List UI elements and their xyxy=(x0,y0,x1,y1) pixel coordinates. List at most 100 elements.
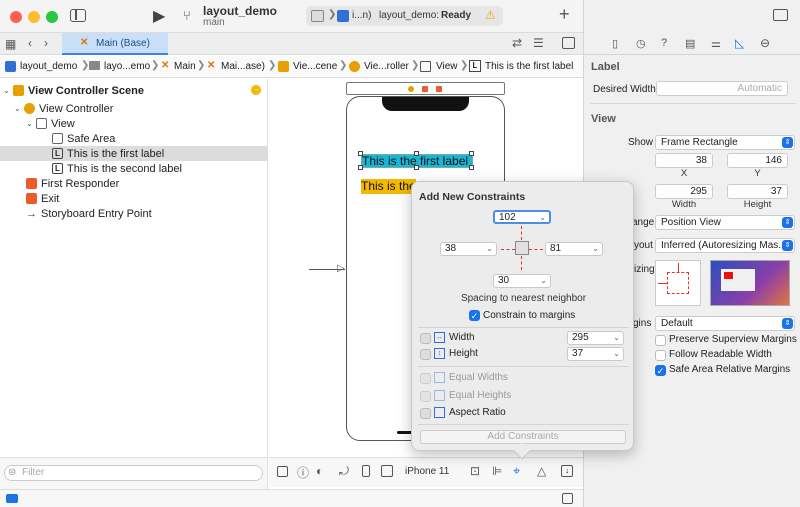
y-field[interactable]: 146 xyxy=(727,153,788,168)
outline-row-view[interactable]: ⌄ View xyxy=(0,116,268,131)
size-inspector-icon[interactable]: ◺ xyxy=(735,36,744,50)
outline-row-scene[interactable]: ⌄ View Controller Scene → xyxy=(0,83,268,98)
right-spacing-field[interactable]: 81 ⌄ xyxy=(545,242,603,256)
jump-item[interactable]: Mai...ase) xyxy=(221,61,265,72)
entry-arrow-icon[interactable]: ▷ xyxy=(337,263,345,274)
left-strut[interactable] xyxy=(501,249,515,250)
add-constraints-icon[interactable]: ⌖ xyxy=(513,463,520,479)
strut-top[interactable] xyxy=(678,263,679,272)
sidebar-toggle-icon[interactable] xyxy=(70,9,86,22)
orientation-icon[interactable]: ⤾ xyxy=(339,464,349,479)
tab-main-base[interactable]: ✕ Main (Base) xyxy=(62,33,168,55)
resize-handle[interactable] xyxy=(358,151,363,156)
constrain-margins-checkbox[interactable]: ✓ xyxy=(469,310,480,321)
resize-handle[interactable] xyxy=(469,151,474,156)
chevron-down-icon[interactable]: ⌄ xyxy=(540,275,547,287)
align-icon[interactable]: ⊫ xyxy=(492,464,502,478)
device-landscape-icon[interactable] xyxy=(381,465,393,477)
top-spacing-field[interactable]: 102 ⌄ xyxy=(493,210,551,224)
right-strut[interactable] xyxy=(529,249,543,250)
chevron-down-icon[interactable]: ⌄ xyxy=(613,348,620,360)
scheme-icon[interactable] xyxy=(311,10,324,22)
identity-inspector-icon[interactable]: ▤ xyxy=(685,37,695,50)
refresh-icon[interactable]: ⇄ xyxy=(512,36,522,50)
dark-mode-icon[interactable]: ◐ xyxy=(316,464,323,478)
bottom-spacing-field[interactable]: 30 ⌄ xyxy=(493,274,551,288)
preserve-superview-checkbox[interactable] xyxy=(655,335,666,346)
outline-toggle-icon[interactable] xyxy=(277,466,288,477)
chevron-down-icon[interactable]: ⌄ xyxy=(539,212,546,224)
jump-item[interactable]: View xyxy=(436,61,458,72)
follow-readable-checkbox[interactable] xyxy=(655,350,666,361)
run-icon[interactable]: ▶ xyxy=(153,6,165,26)
disclosure-icon[interactable]: ⌄ xyxy=(3,86,13,95)
add-icon[interactable]: + xyxy=(559,4,570,25)
zoom-fit-icon[interactable]: ⊡ xyxy=(470,464,480,478)
resize-handle[interactable] xyxy=(414,151,419,156)
layout-popup[interactable]: Inferred (Autoresizing Mas... ⇕ xyxy=(655,238,795,253)
disclosure-icon[interactable]: ⌄ xyxy=(14,104,24,113)
show-popup[interactable]: Frame Rectangle ⇕ xyxy=(655,135,795,150)
file-inspector-icon[interactable]: ▯ xyxy=(612,37,618,50)
chevron-down-icon[interactable]: ⌄ xyxy=(613,332,620,344)
bottom-strut[interactable] xyxy=(521,256,522,270)
appearance-icon[interactable]: ⓘ xyxy=(297,464,309,481)
scene-dock[interactable] xyxy=(346,82,505,95)
toggle-debug-icon[interactable] xyxy=(562,493,573,504)
height-value-field[interactable]: 37 ⌄ xyxy=(567,347,624,361)
chevron-down-icon[interactable]: ⌄ xyxy=(592,243,599,255)
quick-help-icon[interactable]: ? xyxy=(661,37,667,49)
outline-row-first-responder[interactable]: First Responder xyxy=(0,176,268,191)
debug-area-icon[interactable] xyxy=(6,494,18,503)
outline-row-safe-area[interactable]: Safe Area xyxy=(0,131,268,146)
top-strut[interactable] xyxy=(521,226,522,240)
filter-input[interactable]: ⊜ Filter xyxy=(4,465,263,481)
autoresizing-mask-control[interactable] xyxy=(655,260,701,306)
jump-item[interactable]: layout_demo xyxy=(20,61,77,72)
warning-icon[interactable]: ⚠ xyxy=(485,8,496,22)
jump-item[interactable]: This is the first label xyxy=(485,61,573,72)
zoom-window-button[interactable] xyxy=(46,11,58,23)
scheme-device[interactable]: i...n) xyxy=(352,10,371,21)
outline-row-second-label[interactable]: L This is the second label xyxy=(0,161,268,176)
desired-width-field[interactable]: Automatic xyxy=(656,81,788,96)
chevron-down-icon[interactable]: ⌄ xyxy=(486,243,493,255)
outline-row-entry-point[interactable]: → Storyboard Entry Point xyxy=(0,206,268,221)
device-name[interactable]: iPhone 11 xyxy=(405,466,449,477)
embed-in-icon[interactable]: ↓ xyxy=(561,465,573,477)
history-inspector-icon[interactable]: ◷ xyxy=(636,37,646,50)
jump-item[interactable]: Main xyxy=(174,61,196,72)
back-icon[interactable]: ‹ xyxy=(28,36,32,50)
scene-badge-icon[interactable]: → xyxy=(251,85,261,95)
device-icon[interactable] xyxy=(337,10,349,22)
jump-item[interactable]: Vie...roller xyxy=(364,61,409,72)
close-window-button[interactable] xyxy=(10,11,22,23)
outline-row-first-label[interactable]: L This is the first label xyxy=(0,146,268,161)
minimize-window-button[interactable] xyxy=(28,11,40,23)
height-checkbox[interactable] xyxy=(420,349,431,360)
height-field[interactable]: 37 xyxy=(727,184,788,199)
equal-widths-checkbox[interactable] xyxy=(420,373,431,384)
equal-heights-checkbox[interactable] xyxy=(420,391,431,402)
resolve-issues-icon[interactable]: △ xyxy=(537,464,546,478)
split-editor-icon[interactable] xyxy=(562,37,575,49)
lines-icon[interactable]: ☰ xyxy=(533,36,544,50)
forward-icon[interactable]: › xyxy=(44,36,48,50)
width-checkbox[interactable] xyxy=(420,333,431,344)
connections-inspector-icon[interactable]: ⊖ xyxy=(760,36,770,50)
grid-icon[interactable]: ▦ xyxy=(5,37,16,51)
resize-handle[interactable] xyxy=(358,165,363,170)
second-label[interactable]: This is the xyxy=(361,179,416,194)
outline-row-view-controller[interactable]: ⌄ View Controller xyxy=(0,101,268,116)
disclosure-icon[interactable]: ⌄ xyxy=(26,119,36,128)
margins-popup[interactable]: Default ⇕ xyxy=(655,316,795,331)
resize-handle[interactable] xyxy=(414,165,419,170)
safe-area-relative-checkbox[interactable]: ✓ xyxy=(655,365,666,376)
aspect-ratio-checkbox[interactable] xyxy=(420,408,431,419)
add-constraints-button[interactable]: Add Constraints xyxy=(420,430,626,444)
inspector-toggle-icon[interactable] xyxy=(773,9,788,21)
width-value-field[interactable]: 295 ⌄ xyxy=(567,331,624,345)
outline-row-exit[interactable]: Exit xyxy=(0,191,268,206)
x-field[interactable]: 38 xyxy=(655,153,713,168)
jump-item[interactable]: Vie...cene xyxy=(293,61,337,72)
